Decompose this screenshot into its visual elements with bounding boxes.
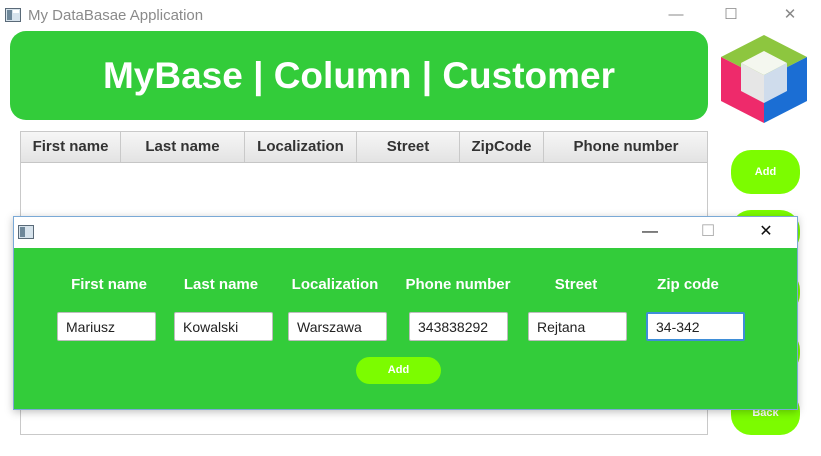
street-field[interactable] bbox=[528, 312, 627, 341]
zip-code-field[interactable] bbox=[646, 312, 745, 341]
column-header-phone-number[interactable]: Phone number bbox=[544, 132, 708, 162]
dialog-add-button[interactable]: Add bbox=[356, 357, 441, 384]
label-last-name: Last name bbox=[183, 276, 259, 293]
phone-number-field[interactable] bbox=[409, 312, 508, 341]
label-zip-code: Zip code bbox=[657, 276, 719, 293]
add-customer-dialog: — ☐ ✕ First name Last name Localization … bbox=[13, 216, 798, 410]
dialog-titlebar: — ☐ ✕ bbox=[14, 217, 797, 248]
column-header-first-name[interactable]: First name bbox=[21, 132, 121, 162]
column-header-last-name[interactable]: Last name bbox=[121, 132, 245, 162]
label-street: Street bbox=[554, 276, 598, 293]
column-header-localization[interactable]: Localization bbox=[245, 132, 357, 162]
app-window-icon bbox=[5, 8, 21, 22]
dialog-maximize-icon[interactable]: ☐ bbox=[696, 222, 720, 242]
minimize-icon[interactable]: — bbox=[665, 5, 687, 25]
column-header-zipcode[interactable]: ZipCode bbox=[460, 132, 544, 162]
add-button[interactable]: Add bbox=[731, 150, 800, 194]
dialog-close-icon[interactable]: ✕ bbox=[754, 222, 778, 242]
label-phone-number: Phone number bbox=[405, 276, 511, 293]
localization-field[interactable] bbox=[288, 312, 387, 341]
last-name-field[interactable] bbox=[174, 312, 273, 341]
dialog-minimize-icon[interactable]: — bbox=[638, 222, 662, 242]
cube-logo bbox=[721, 35, 807, 123]
maximize-icon[interactable]: ☐ bbox=[720, 5, 742, 25]
first-name-field[interactable] bbox=[57, 312, 156, 341]
label-first-name: First name bbox=[71, 276, 147, 293]
main-titlebar: My DataBasae Application — ☐ ✕ bbox=[0, 0, 821, 30]
close-icon[interactable]: ✕ bbox=[779, 5, 801, 25]
header-banner: MyBase | Column | Customer bbox=[10, 31, 708, 120]
label-localization: Localization bbox=[291, 276, 379, 293]
window-title: My DataBasae Application bbox=[28, 7, 204, 24]
dialog-window-icon bbox=[18, 225, 34, 239]
column-header-street[interactable]: Street bbox=[357, 132, 460, 162]
table-header: First name Last name Localization Street… bbox=[21, 132, 707, 163]
